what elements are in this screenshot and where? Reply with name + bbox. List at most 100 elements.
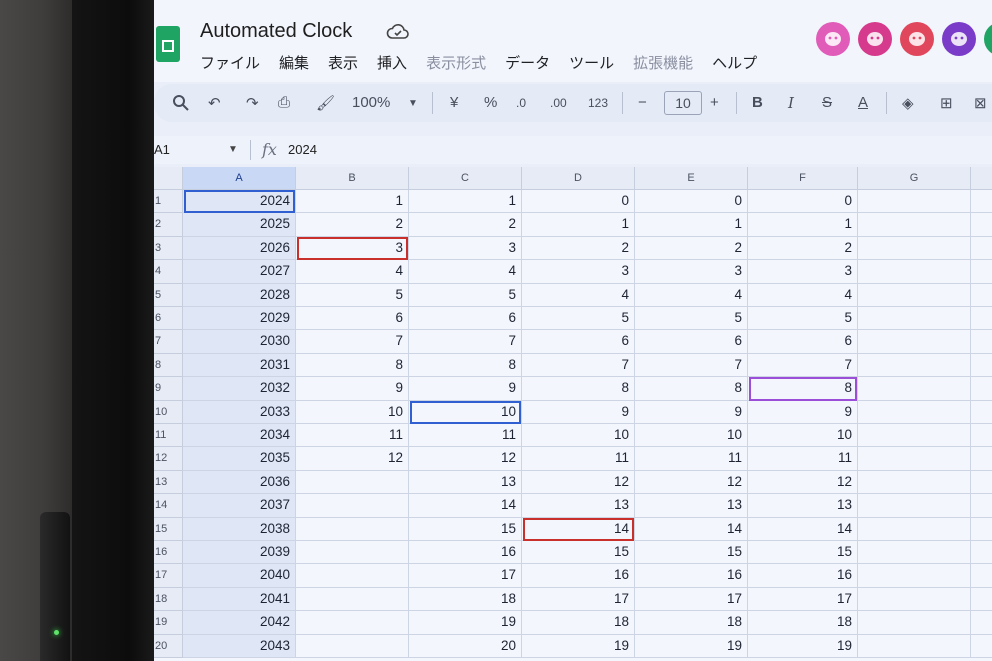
row-header[interactable]: 8 — [154, 353, 183, 378]
cell-e6[interactable]: 5 — [635, 307, 748, 331]
cell-overflow[interactable] — [971, 588, 992, 612]
cell-c13[interactable]: 13 — [409, 470, 522, 495]
cell-b5[interactable]: 5 — [296, 283, 409, 307]
cell-b13[interactable] — [296, 470, 409, 495]
cell-overflow[interactable] — [971, 424, 992, 448]
cell-a11[interactable]: 2034 — [183, 424, 296, 448]
borders-icon[interactable]: ⊞ — [940, 94, 953, 112]
cell-overflow[interactable] — [971, 518, 992, 541]
increase-decimal-button[interactable]: .00 — [550, 96, 567, 110]
cell-b18[interactable] — [296, 587, 409, 612]
cell-g11[interactable] — [858, 424, 971, 448]
cell-f7[interactable]: 6 — [748, 330, 858, 354]
cell-b15[interactable] — [296, 517, 409, 541]
cell-f3[interactable]: 2 — [748, 236, 858, 261]
cell-a17[interactable]: 2040 — [183, 564, 296, 588]
cell-e3[interactable]: 2 — [635, 236, 748, 261]
row-header[interactable]: 14 — [154, 494, 183, 518]
cell-e15[interactable]: 14 — [635, 517, 748, 541]
cell-e11[interactable]: 10 — [635, 424, 748, 448]
cell-a10[interactable]: 2033 — [183, 400, 296, 424]
font-size-decrease-button[interactable]: − — [638, 94, 647, 111]
cell-a20[interactable]: 2043 — [183, 634, 296, 658]
cell-b10[interactable]: 10 — [296, 400, 409, 424]
cell-b3[interactable]: 3 — [296, 236, 409, 261]
fill-color-icon[interactable]: ◈ — [902, 94, 914, 112]
cell-f10[interactable]: 9 — [748, 400, 858, 424]
cell-c19[interactable]: 19 — [409, 611, 522, 635]
cell-f2[interactable]: 1 — [748, 213, 858, 237]
row-header[interactable]: 20 — [154, 634, 183, 658]
cell-g2[interactable] — [858, 213, 971, 237]
cell-a18[interactable]: 2041 — [183, 587, 296, 612]
ghost-avatar-icon[interactable] — [816, 22, 850, 56]
cell-a19[interactable]: 2042 — [183, 611, 296, 635]
cell-d11[interactable]: 10 — [522, 424, 635, 448]
cell-g16[interactable] — [858, 541, 971, 565]
cell-d16[interactable]: 15 — [522, 541, 635, 565]
cell-c18[interactable]: 18 — [409, 587, 522, 612]
paint-format-icon[interactable]: 🖌 — [316, 94, 335, 112]
cell-a5[interactable]: 2028 — [183, 283, 296, 307]
cell-c16[interactable]: 16 — [409, 541, 522, 565]
cell-g4[interactable] — [858, 260, 971, 284]
cell-c1[interactable]: 1 — [409, 190, 522, 214]
cell-overflow[interactable] — [971, 190, 992, 214]
cell-f11[interactable]: 10 — [748, 424, 858, 448]
cell-e5[interactable]: 4 — [635, 283, 748, 307]
column-header-a[interactable]: A — [183, 167, 296, 190]
cell-c3[interactable]: 3 — [409, 236, 522, 261]
cell-overflow[interactable] — [971, 260, 992, 284]
cell-overflow[interactable] — [971, 330, 992, 354]
cell-d18[interactable]: 17 — [522, 587, 635, 612]
row-header[interactable]: 5 — [154, 283, 183, 307]
cell-g6[interactable] — [858, 307, 971, 331]
number-format-button[interactable]: 123 — [588, 96, 608, 110]
cell-a13[interactable]: 2036 — [183, 470, 296, 495]
column-header-c[interactable]: C — [409, 167, 522, 190]
cell-e20[interactable]: 19 — [635, 634, 748, 658]
cell-a8[interactable]: 2031 — [183, 353, 296, 378]
cell-e4[interactable]: 3 — [635, 260, 748, 284]
cell-e1[interactable]: 0 — [635, 190, 748, 214]
menu-item[interactable]: 表示形式 — [426, 52, 486, 73]
cell-c14[interactable]: 14 — [409, 494, 522, 518]
cell-f13[interactable]: 12 — [748, 470, 858, 495]
row-header[interactable]: 18 — [154, 587, 183, 612]
row-header[interactable]: 17 — [154, 564, 183, 588]
name-box[interactable]: A1 — [154, 142, 170, 157]
cell-c12[interactable]: 12 — [409, 447, 522, 471]
cell-d2[interactable]: 1 — [522, 213, 635, 237]
select-all-corner[interactable] — [154, 167, 183, 190]
cell-a14[interactable]: 2037 — [183, 494, 296, 518]
cell-d13[interactable]: 12 — [522, 470, 635, 495]
cell-g17[interactable] — [858, 564, 971, 588]
cell-overflow[interactable] — [971, 237, 992, 261]
redo-icon[interactable]: ↷ — [246, 94, 259, 112]
bold-button[interactable]: B — [752, 94, 763, 111]
cell-d6[interactable]: 5 — [522, 307, 635, 331]
cell-overflow[interactable] — [971, 611, 992, 635]
cell-g9[interactable] — [858, 377, 971, 401]
cell-d1[interactable]: 0 — [522, 190, 635, 214]
text-color-button[interactable]: A — [858, 94, 868, 111]
cell-c6[interactable]: 6 — [409, 307, 522, 331]
font-size-input[interactable]: 10 — [664, 91, 702, 115]
zoom-dropdown-icon[interactable]: ▼ — [408, 98, 418, 109]
cell-d20[interactable]: 19 — [522, 634, 635, 658]
document-title[interactable]: Automated Clock — [200, 20, 352, 43]
column-header-d[interactable]: D — [522, 167, 635, 190]
cell-b12[interactable]: 12 — [296, 447, 409, 471]
cell-g14[interactable] — [858, 494, 971, 518]
cell-f20[interactable]: 19 — [748, 634, 858, 658]
cell-d5[interactable]: 4 — [522, 283, 635, 307]
cell-g8[interactable] — [858, 353, 971, 378]
cell-b2[interactable]: 2 — [296, 213, 409, 237]
menu-item[interactable]: データ — [505, 52, 550, 73]
cell-f15[interactable]: 14 — [748, 517, 858, 541]
column-header-b[interactable]: B — [296, 167, 409, 190]
cell-overflow[interactable] — [971, 401, 992, 424]
menu-item[interactable]: 編集 — [279, 52, 309, 73]
cell-g12[interactable] — [858, 447, 971, 471]
cell-b20[interactable] — [296, 634, 409, 658]
